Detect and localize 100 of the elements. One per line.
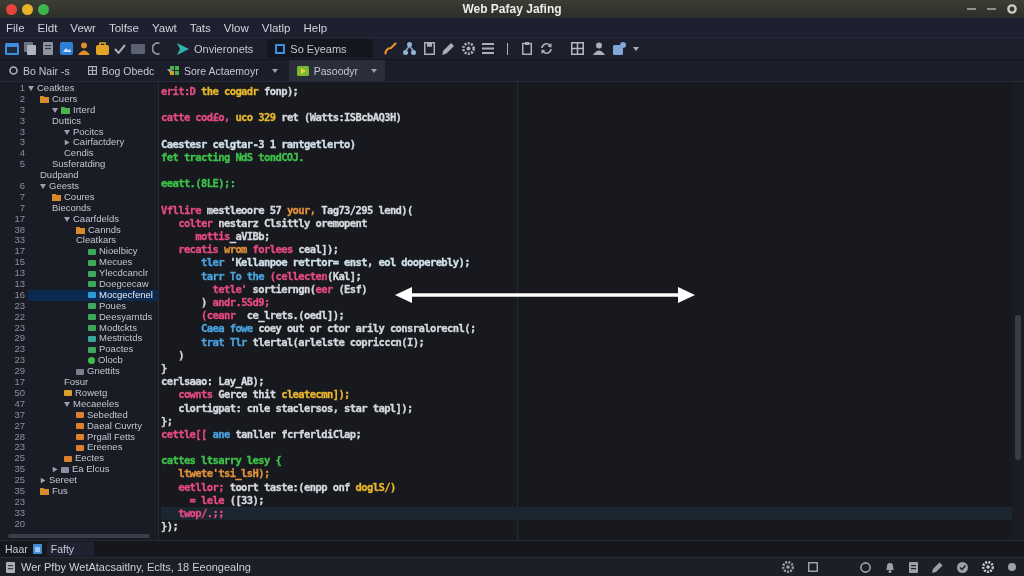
tree-item[interactable]: Nioelbicy [88, 246, 140, 258]
caret-icon[interactable] [633, 46, 640, 51]
tree-item[interactable]: Sebedted [76, 409, 130, 421]
menu-item[interactable]: Help [303, 21, 328, 34]
scrollbar[interactable] [1012, 82, 1024, 540]
tree-item[interactable]: Gnettits [76, 366, 122, 378]
menu-item[interactable]: Tats [189, 21, 211, 34]
maximize-button[interactable] [38, 3, 49, 15]
tree-item[interactable]: Mecaeeles [64, 398, 121, 410]
caret-icon[interactable] [64, 401, 70, 407]
menu-item[interactable]: Vewr [70, 21, 96, 34]
person-icon[interactable] [592, 42, 605, 55]
circle-icon[interactable] [860, 561, 871, 573]
refresh-icon[interactable] [539, 42, 553, 55]
tree-item[interactable]: Duttics [52, 115, 84, 127]
picture-icon[interactable] [59, 42, 73, 55]
tree-item[interactable]: Fus [40, 485, 70, 497]
caret-icon[interactable] [64, 129, 70, 135]
menu-item[interactable]: Eldt [37, 21, 58, 34]
tree-item[interactable]: Cuers [40, 93, 80, 105]
gear-icon[interactable] [461, 42, 475, 55]
check-circle-icon[interactable] [957, 561, 968, 573]
caret-icon[interactable] [40, 183, 46, 189]
tree-item[interactable]: Susferatding [52, 159, 108, 171]
close-button[interactable] [6, 3, 17, 15]
tree-item[interactable]: Poactes [88, 344, 136, 356]
dot-icon[interactable] [1008, 563, 1016, 571]
list-icon[interactable] [481, 43, 494, 54]
editor-tab[interactable]: Pasoodyr [288, 60, 386, 81]
caret-icon[interactable] [28, 85, 34, 91]
tree-item[interactable]: Sereet [40, 475, 79, 486]
clipboard-icon[interactable] [521, 42, 532, 55]
copy-icon[interactable] [24, 42, 36, 55]
tree-item[interactable]: Prgall Fetts [76, 431, 138, 443]
tree-item[interactable]: Dudpand [40, 170, 81, 181]
tree-item[interactable]: Cannds [76, 224, 123, 236]
square-icon[interactable] [808, 562, 818, 572]
panel-tab[interactable]: Bo Nair -s [3, 60, 76, 81]
shapes-icon[interactable] [613, 42, 627, 55]
menu-item[interactable]: Tolfse [108, 21, 139, 34]
curve-icon[interactable] [383, 42, 397, 55]
document-icon[interactable] [43, 42, 53, 55]
caret-icon[interactable] [64, 216, 70, 222]
caret-icon[interactable] [64, 139, 70, 146]
menu-item[interactable]: Vlow [223, 21, 249, 34]
tree-item[interactable]: Cairfactdery [64, 137, 127, 149]
tree-item[interactable]: Ea Elcus [52, 464, 112, 476]
pencil-icon[interactable] [932, 561, 943, 573]
menu-item[interactable]: Yawt [152, 21, 177, 34]
tree-item[interactable]: Olocb [88, 355, 125, 367]
gear-icon[interactable] [782, 561, 794, 573]
panel-tab[interactable]: Fafty [46, 542, 95, 556]
line-number: 27 [14, 419, 25, 431]
dropdown-button[interactable]: So Eyeams [267, 39, 373, 58]
tree-item[interactable]: Cendis [64, 148, 96, 160]
scrollbar-thumb[interactable] [1015, 315, 1021, 460]
scrollbar[interactable] [8, 534, 150, 538]
tree-item[interactable]: Deesyarntds [88, 311, 155, 323]
person-icon[interactable] [78, 42, 90, 55]
tree-item[interactable]: Mecues [88, 257, 135, 269]
rectangle-icon[interactable] [131, 43, 145, 54]
window-icon[interactable] [5, 42, 19, 55]
tree-item[interactable]: Ereenes [76, 442, 125, 454]
tree-item[interactable]: Mestrictds [88, 333, 145, 345]
caret-icon[interactable] [40, 477, 46, 484]
toolbar-button[interactable]: Onvieronets [169, 39, 262, 58]
arc-icon[interactable] [152, 42, 160, 55]
caret-icon[interactable] [52, 107, 58, 113]
tree-item[interactable]: Irterd [52, 104, 98, 116]
bell-icon[interactable] [885, 561, 895, 573]
tree-item[interactable]: Rowetg [64, 387, 110, 399]
nodes-icon[interactable] [403, 42, 417, 55]
tree-item[interactable]: Ceatktes [28, 83, 77, 94]
menu-item[interactable]: File [6, 21, 25, 34]
tree-item[interactable]: Fosur [64, 377, 91, 388]
tree-item[interactable]: Doegcecaw [88, 279, 151, 290]
pencil-icon[interactable] [442, 42, 456, 55]
tree-item[interactable]: Ylecdcanclr [88, 268, 151, 280]
tree-item[interactable]: Poues [88, 300, 128, 312]
gear-icon[interactable] [982, 561, 994, 573]
menu-item[interactable]: Vlatlp [261, 21, 291, 34]
ring-icon[interactable] [1007, 4, 1017, 14]
save-icon[interactable] [423, 42, 435, 55]
line-number: 28 [14, 430, 25, 442]
tree-item[interactable]: Bieconds [52, 202, 94, 214]
caret-icon[interactable] [52, 466, 58, 473]
tree-item[interactable]: Eectes [64, 453, 107, 465]
bag-icon[interactable] [95, 42, 109, 55]
check-icon[interactable] [114, 43, 126, 54]
tree-item[interactable]: Daeal Cuvrty [76, 420, 144, 432]
tree-item[interactable]: Coures [52, 191, 97, 203]
tree-item[interactable]: Caarfdelds [64, 213, 121, 225]
tree-item[interactable]: Geests [40, 181, 82, 192]
tree-item[interactable]: Pocitcs [64, 126, 106, 138]
tree-item[interactable]: Mocgecfenel [28, 289, 158, 301]
tree-item[interactable]: Modtckts [88, 322, 139, 334]
minimize-button[interactable] [22, 3, 33, 15]
document-icon[interactable] [909, 561, 918, 573]
grid-icon[interactable] [571, 42, 585, 55]
tree-item[interactable]: Cleatkars [76, 235, 119, 247]
